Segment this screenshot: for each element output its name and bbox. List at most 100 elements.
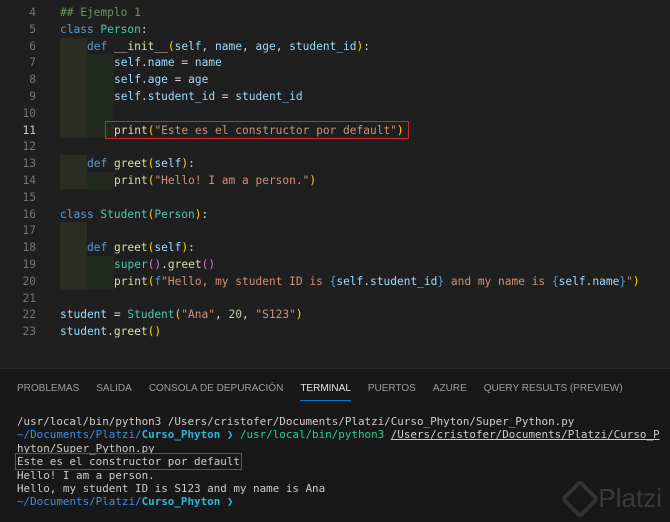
prompt-arrow: ❯ <box>220 495 240 509</box>
code-token: Student <box>127 308 175 322</box>
code-token: : <box>188 241 195 255</box>
code-token: , <box>214 308 229 322</box>
code-token: class <box>60 207 101 221</box>
code-token: , <box>241 308 256 322</box>
tab-terminal[interactable]: TERMINAL <box>300 383 351 401</box>
code-token: def <box>87 241 114 255</box>
code-line[interactable]: 5 class Person: <box>0 21 670 38</box>
code-highlight-box <box>105 120 409 140</box>
command-executable: /usr/local/bin/python3 <box>239 428 391 442</box>
code-text: def greet(self): <box>87 155 195 172</box>
code-token: student_id <box>235 90 303 103</box>
code-text: print("Hello! I am a person.") <box>114 172 316 189</box>
line-number: 22 <box>22 308 36 322</box>
code-token: "Hello, my student ID is <box>161 274 330 288</box>
code-line[interactable]: 15 <box>0 189 670 206</box>
tab-query-results-preview[interactable]: QUERY RESULTS (PREVIEW) <box>484 383 623 400</box>
code-token: __init__ <box>113 39 168 53</box>
code-token: ) <box>295 308 303 322</box>
code-line[interactable]: 9 self.student_id = student_id <box>0 88 670 105</box>
code-line[interactable]: 19 super().greet() <box>0 256 670 273</box>
code-token: ) <box>632 274 640 288</box>
code-token: greet <box>113 325 148 339</box>
prompt-path: ~/Documents/Platzi/ <box>17 428 142 442</box>
line-number: 21 <box>22 291 36 305</box>
code-token: super <box>114 258 148 271</box>
code-line[interactable]: 23 student.greet() <box>0 323 670 340</box>
code-text: student = Student("Ana", 20, "S123") <box>60 306 303 323</box>
code-token: : <box>188 157 195 171</box>
code-token: () <box>147 258 162 271</box>
line-number: 4 <box>29 6 36 19</box>
code-token: self <box>114 90 141 103</box>
code-token: () <box>147 325 162 339</box>
code-token: = <box>167 73 189 87</box>
code-editor[interactable]: 4 ## Ejemplo 1 5 class Person: 6 def __init__… <box>0 0 670 368</box>
terminal-line: /usr/local/bin/python3 /Users/cristofer/… <box>17 415 665 428</box>
code-token: Student <box>100 207 148 221</box>
code-token: , <box>201 39 216 53</box>
code-line[interactable]: 18 def greet(self): <box>0 239 670 256</box>
line-number: 9 <box>29 90 36 103</box>
terminal-line: Este es el constructor por default <box>15 453 665 471</box>
code-line[interactable]: 12 <box>0 138 670 155</box>
code-token: : <box>363 39 371 53</box>
tab-consola-de-depuraci-n[interactable]: CONSOLA DE DEPURACIÓN <box>149 383 283 400</box>
code-line[interactable]: 6 def __init__(self, name, age, student_i… <box>0 38 670 55</box>
code-token: . <box>140 90 148 103</box>
tab-salida[interactable]: SALIDA <box>96 383 132 400</box>
code-token: student <box>60 325 108 339</box>
code-line[interactable]: 22 student = Student("Ana", 20, "S123") <box>0 306 670 323</box>
code-token: "Hello! I am a person." <box>154 174 310 187</box>
code-line[interactable]: 10 <box>0 105 670 122</box>
code-text: self.age = age <box>114 71 208 88</box>
code-token: class <box>60 22 101 36</box>
line-number: 13 <box>22 157 36 171</box>
code-token: , <box>275 39 290 53</box>
terminal-output-person: Hello! I am a person. <box>17 468 155 482</box>
code-token: . <box>140 73 148 87</box>
watermark-text: Platzi <box>598 483 662 513</box>
line-number: 17 <box>22 224 36 238</box>
line-number: 5 <box>29 22 36 36</box>
code-token: name <box>215 39 242 53</box>
panel-tabs: PROBLEMAS SALIDA CONSOLA DE DEPURACIÓN TERM… <box>17 383 667 401</box>
code-line[interactable]: 17 <box>0 222 670 239</box>
prompt-dir: Curso_Phyton <box>141 428 221 442</box>
code-token: name <box>194 56 222 70</box>
code-line[interactable]: 21 <box>0 290 670 307</box>
code-text: def greet(self): <box>87 239 195 256</box>
prompt-dir: Curso_Phyton <box>141 495 221 509</box>
platzi-logo-icon <box>560 478 601 519</box>
prompt-path: ~/Documents/Platzi/ <box>17 495 142 509</box>
code-line[interactable]: 13 def greet(self): <box>0 155 670 172</box>
terminal-command-echo: /usr/local/bin/python3 /Users/cristofer/… <box>17 415 575 428</box>
code-token: self <box>174 39 202 53</box>
tab-problemas[interactable]: PROBLEMAS <box>17 383 79 400</box>
code-token: and my name is <box>444 274 552 288</box>
code-text: self.name = name <box>114 54 222 71</box>
code-token: name <box>147 56 175 70</box>
code-line[interactable]: 16 class Student(Person): <box>0 206 670 223</box>
code-line[interactable]: 4 ## Ejemplo 1 <box>0 4 670 21</box>
code-line[interactable]: 14 print("Hello! I am a person.") <box>0 172 670 189</box>
code-token: greet <box>113 157 148 171</box>
code-text: student.greet() <box>60 323 161 340</box>
code-token: ## Ejemplo 1 <box>60 6 141 19</box>
code-line[interactable]: 7 self.name = name <box>0 54 670 71</box>
terminal-prompt-line: ~/Documents/Platzi/Curso_Phyton ❯ /usr/l… <box>17 428 665 455</box>
terminal-output-constructor: Este es el constructor por default <box>15 453 242 471</box>
tab-azure[interactable]: AZURE <box>433 383 467 400</box>
code-token: ) <box>309 174 317 187</box>
code-line[interactable]: 8 self.age = age <box>0 71 670 88</box>
code-token: self <box>336 274 364 288</box>
line-number: 7 <box>29 56 36 70</box>
line-number: 16 <box>22 207 36 221</box>
code-token: self <box>154 157 182 171</box>
code-token: age <box>188 73 209 87</box>
line-number: 14 <box>22 174 36 187</box>
code-line[interactable]: 20 print(f"Hello, my student ID is {self.… <box>0 273 670 290</box>
tab-puertos[interactable]: PUERTOS <box>368 383 416 400</box>
code-token: self <box>154 241 182 255</box>
code-token: = <box>215 90 236 103</box>
